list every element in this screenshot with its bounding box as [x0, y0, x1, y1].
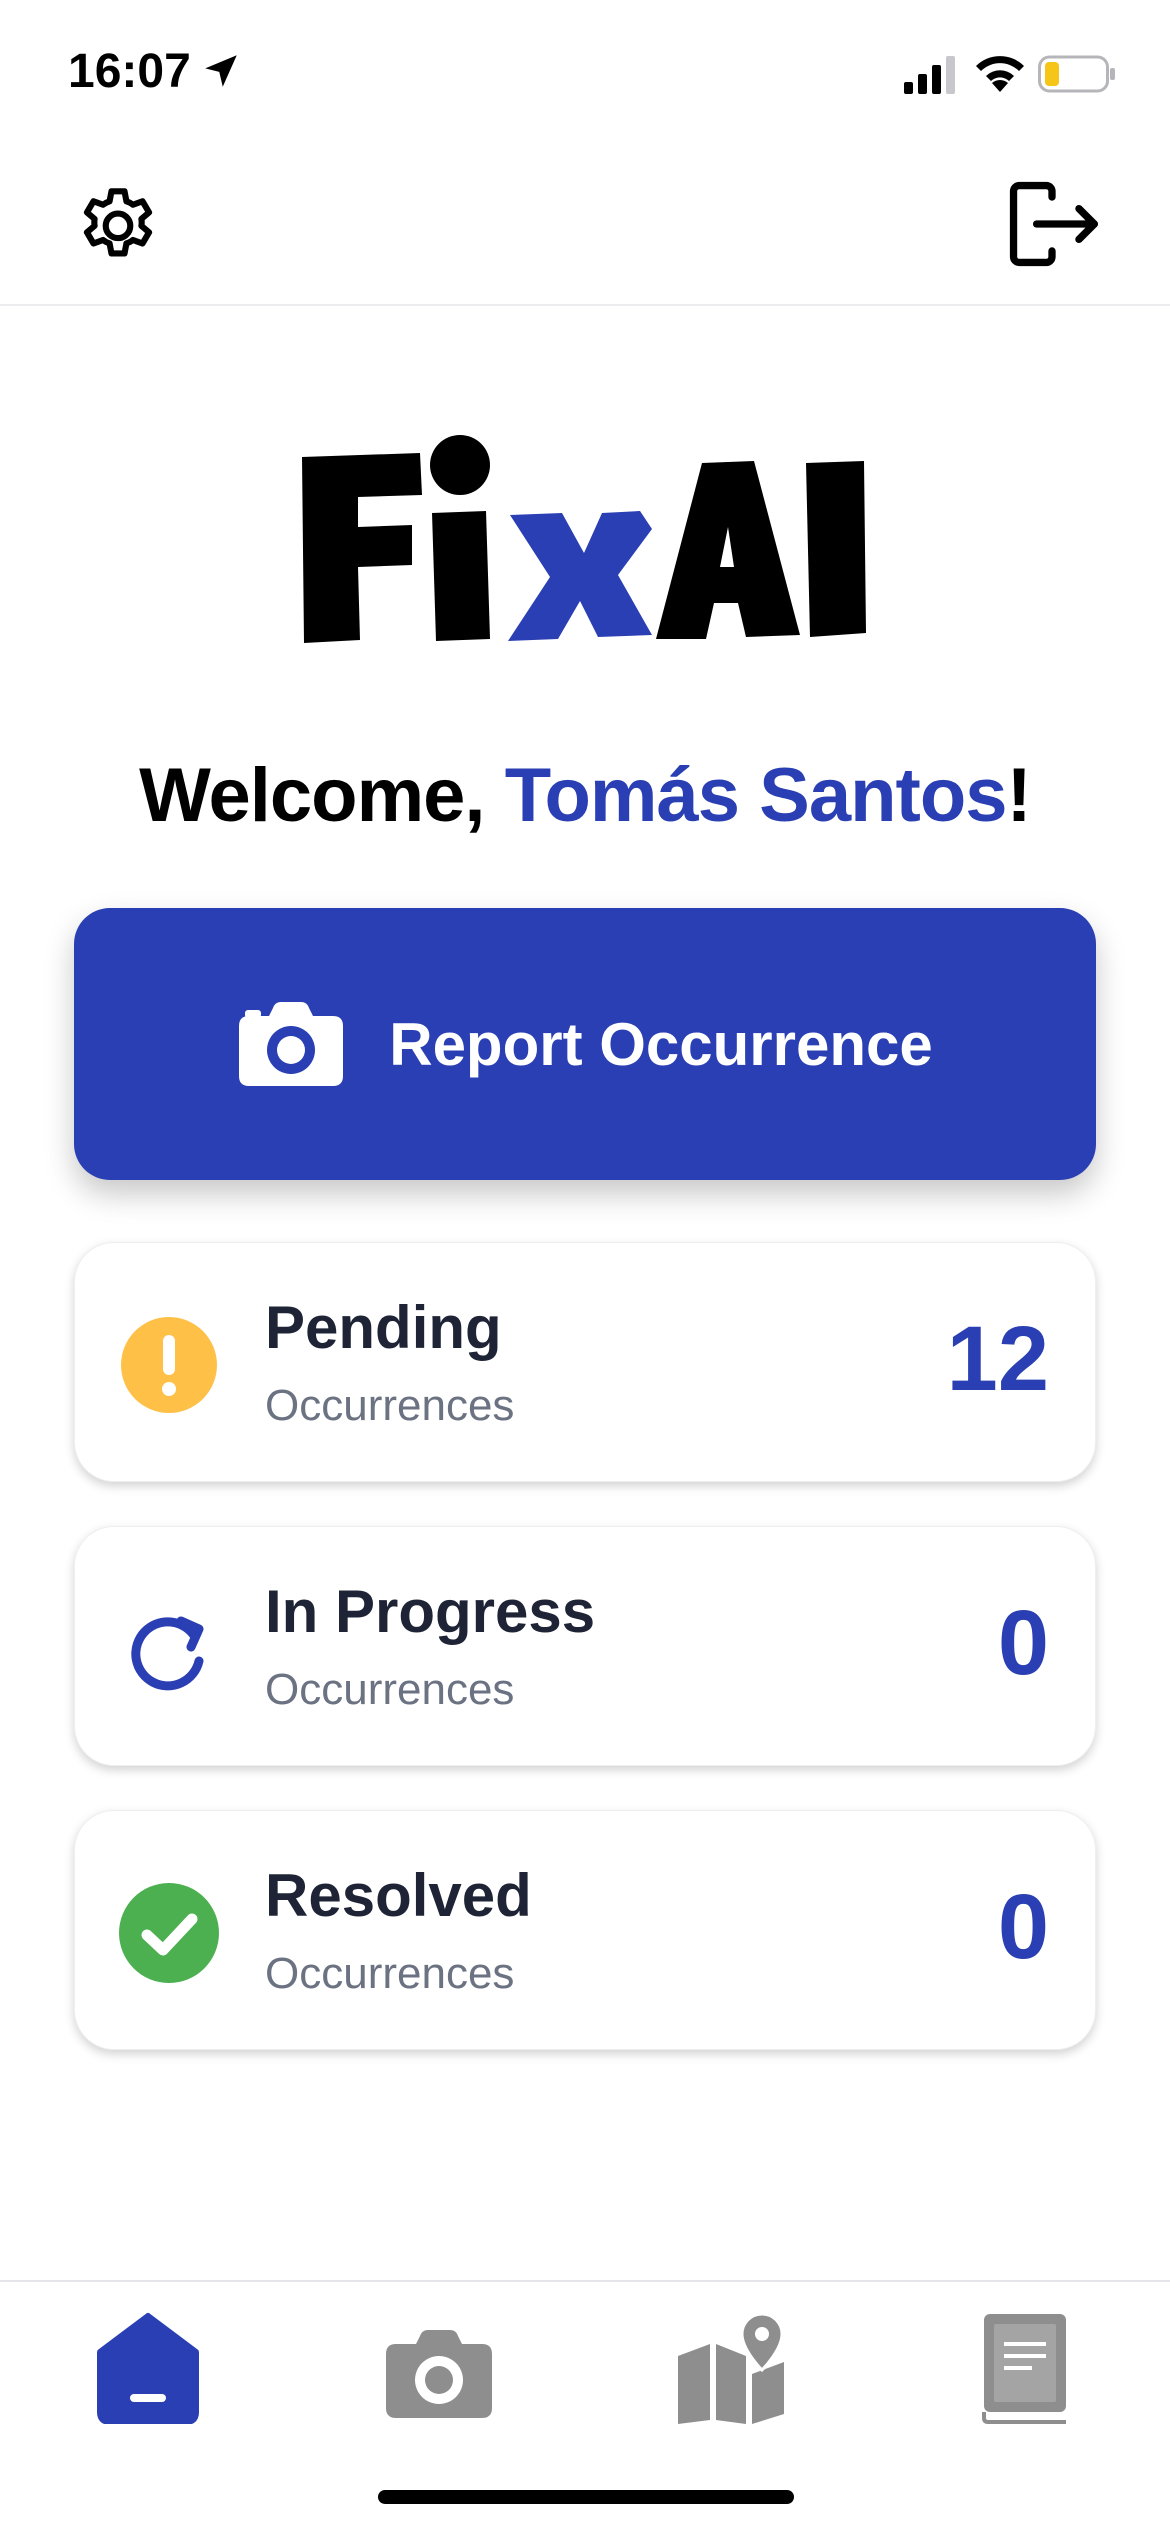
resolved-card[interactable]: Resolved Occurrences 0	[74, 1810, 1096, 2050]
camera-icon[interactable]	[384, 2328, 494, 2420]
logout-icon[interactable]	[1002, 176, 1102, 272]
pending-card[interactable]: Pending Occurrences 12	[74, 1242, 1096, 1482]
user-name: Tomás Santos	[504, 753, 1008, 838]
home-icon[interactable]	[94, 2312, 202, 2424]
pending-count: 12	[946, 1308, 1049, 1410]
exclamation-icon	[121, 1317, 217, 1413]
wifi-icon	[976, 56, 1024, 92]
in-progress-count: 0	[997, 1592, 1049, 1694]
home-indicator[interactable]	[378, 2490, 794, 2504]
home-screen: 16:07 Welcome, Tomás Santos! Report Occu…	[0, 0, 1170, 2532]
fixai-logo	[302, 435, 866, 643]
report-occurrence-button[interactable]: Report Occurrence	[74, 908, 1096, 1180]
refresh-icon	[131, 1616, 204, 1691]
report-occurrence-label: Report Occurrence	[389, 1010, 933, 1078]
card-title: In Progress	[265, 1578, 596, 1645]
card-subtitle: Occurrences	[265, 1665, 515, 1714]
status-bar: 16:07	[0, 0, 1170, 150]
cellular-signal-icon	[904, 56, 955, 94]
battery-icon	[1038, 55, 1115, 93]
card-subtitle: Occurrences	[265, 1949, 515, 1998]
welcome-greeting: Welcome,	[139, 753, 485, 838]
book-icon[interactable]	[980, 2312, 1070, 2424]
camera-icon	[239, 1002, 344, 1086]
map-icon[interactable]	[676, 2312, 786, 2424]
top-bar	[0, 150, 1170, 306]
gear-icon[interactable]	[72, 176, 164, 268]
resolved-count: 0	[997, 1876, 1049, 1978]
location-arrow-icon	[205, 55, 237, 87]
status-time: 16:07	[68, 45, 191, 98]
check-icon	[119, 1883, 219, 1983]
in-progress-card[interactable]: In Progress Occurrences 0	[74, 1526, 1096, 1766]
card-subtitle: Occurrences	[265, 1381, 515, 1430]
card-title: Resolved	[265, 1862, 532, 1929]
welcome-message: Welcome, Tomás Santos!	[0, 752, 1170, 839]
welcome-suffix: !	[1006, 753, 1032, 838]
card-title: Pending	[265, 1294, 502, 1361]
